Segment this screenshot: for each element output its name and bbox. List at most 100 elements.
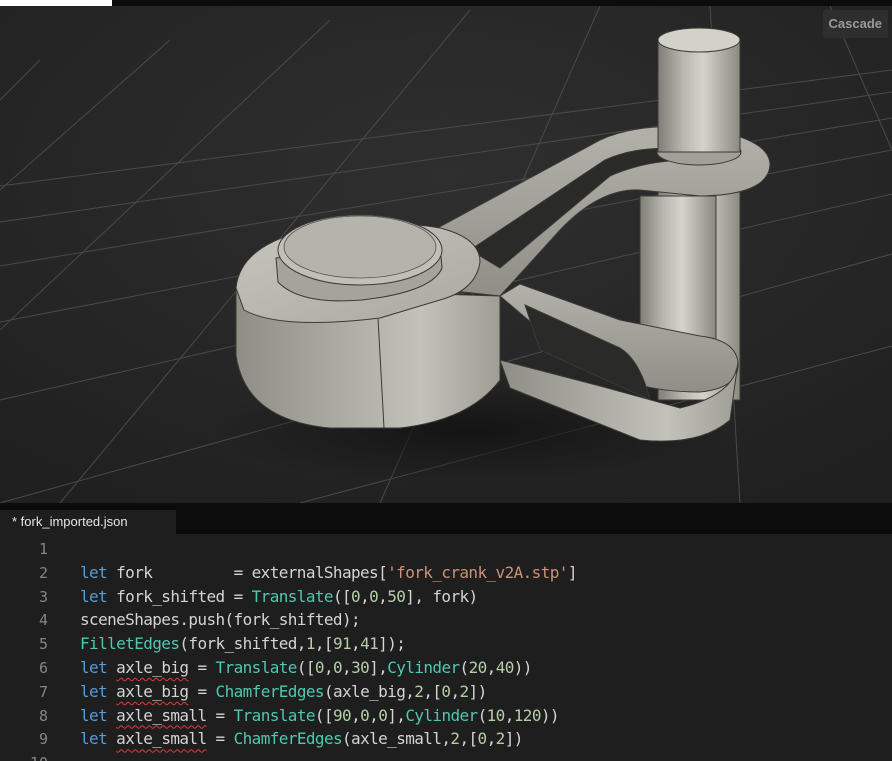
- tab-fork-imported[interactable]: * fork_imported.json: [0, 510, 176, 534]
- code-text[interactable]: FilletEdges(fork_shifted,1,[91,41]);: [80, 632, 406, 656]
- code-token: axle_big: [116, 681, 189, 701]
- code-token: Cylinder: [405, 705, 478, 725]
- code-token: ,: [323, 658, 334, 677]
- code-token: =: [206, 705, 234, 725]
- code-token: ]);: [378, 634, 406, 654]
- code-token: 'fork_crank_v2A.stp': [387, 562, 568, 582]
- code-token: 40: [495, 658, 515, 677]
- code-token: axle_big: [116, 658, 189, 677]
- code-token: ,: [504, 705, 515, 725]
- line-number: 2: [38, 563, 48, 582]
- code-token: let: [80, 586, 108, 606]
- axle-top-face: [657, 27, 741, 53]
- code-token: let: [80, 705, 108, 725]
- code-token: ,: [342, 658, 352, 677]
- code-token: FilletEdges: [80, 634, 180, 654]
- code-token: 0: [378, 705, 388, 725]
- code-token: ]: [567, 562, 578, 582]
- code-token: let: [80, 562, 108, 582]
- code-token: 120: [513, 705, 542, 725]
- code-editor[interactable]: * fork_imported.json 1 2 let fork = extern…: [0, 503, 892, 761]
- code-line[interactable]: 1: [0, 537, 892, 561]
- 3d-viewport[interactable]: Cascade: [0, 0, 892, 503]
- code-line[interactable]: 3 let fork_shifted = Translate([0,0,50], …: [0, 585, 892, 609]
- code-token: ]): [468, 681, 488, 701]
- code-token: sceneShapes.push(fork_shifted);: [80, 610, 361, 630]
- code-line[interactable]: 10: [0, 751, 892, 761]
- line-number: 1: [38, 540, 48, 558]
- code-text[interactable]: let axle_big = ChamferEdges(axle_big,2,[…: [80, 680, 487, 704]
- code-token: Cylinder: [387, 658, 460, 677]
- code-token: 90: [332, 705, 352, 725]
- code-token: 0: [360, 705, 370, 725]
- code-token: Translate: [215, 658, 298, 677]
- viewport-canvas[interactable]: [0, 0, 892, 503]
- axle-upper-segment: [657, 39, 741, 153]
- code-token: Translate: [233, 705, 316, 725]
- code-token: 30: [351, 658, 370, 677]
- code-area[interactable]: 1 2 let fork = externalShapes['fork_crank_…: [0, 534, 892, 761]
- code-token: 0: [369, 586, 379, 606]
- cascade-studio-app: Cascade * fork_imported.json 1 2 let fork …: [0, 0, 892, 761]
- code-text[interactable]: let fork_shifted = Translate([0,0,50], f…: [80, 585, 478, 609]
- code-token: 2: [495, 729, 506, 749]
- code-token: ],: [369, 658, 388, 677]
- code-token: ([: [332, 586, 352, 606]
- code-token: ,[: [423, 681, 442, 701]
- code-token: ,: [351, 705, 361, 725]
- code-text[interactable]: sceneShapes.push(fork_shifted);: [80, 608, 361, 632]
- code-line[interactable]: 8 let axle_small = Translate([90,0,0],Cyl…: [0, 704, 892, 728]
- code-token: )): [513, 658, 533, 677]
- code-token: 2: [459, 681, 470, 701]
- line-number: 10: [0, 751, 48, 761]
- code-line[interactable]: 2 let fork = externalShapes['fork_crank_v…: [0, 561, 892, 585]
- code-token: axle_small: [116, 705, 207, 725]
- code-token: ],: [387, 705, 406, 725]
- code-line[interactable]: 7 let axle_big = ChamferEdges(axle_big,2,…: [0, 680, 892, 704]
- code-token: 1: [305, 634, 316, 654]
- code-token: ([: [314, 705, 334, 725]
- code-token: let: [80, 681, 108, 701]
- code-token: 10: [486, 705, 506, 725]
- code-line[interactable]: 4 sceneShapes.push(fork_shifted);: [0, 608, 892, 632]
- fork-main-hub: [235, 214, 501, 429]
- code-line[interactable]: 9 let axle_small = ChamferEdges(axle_smal…: [0, 727, 892, 751]
- code-token: let: [80, 729, 108, 749]
- code-token: )): [540, 705, 560, 725]
- line-number: 8: [38, 706, 48, 725]
- code-token: 0: [477, 729, 488, 749]
- code-token: =: [188, 658, 216, 677]
- line-number: 6: [38, 659, 48, 677]
- line-number: 3: [38, 587, 48, 606]
- code-token: (: [477, 705, 488, 725]
- window-top-strip: [0, 0, 892, 6]
- code-token: =: [206, 729, 234, 749]
- line-number: 7: [38, 682, 48, 701]
- code-token: ,: [486, 658, 497, 677]
- code-token: 2: [414, 681, 424, 701]
- code-token: 20: [468, 658, 488, 677]
- code-text[interactable]: let axle_small = Translate([90,0,0],Cyli…: [80, 704, 560, 728]
- code-token: let: [80, 658, 108, 677]
- code-line[interactable]: 5 FilletEdges(fork_shifted,1,[91,41]);: [0, 632, 892, 656]
- code-token: ,: [450, 681, 460, 701]
- code-line[interactable]: 6 let axle_big = Translate([0,0,30],Cylin…: [0, 656, 892, 680]
- code-text[interactable]: let axle_big = Translate([0,0,30],Cylind…: [80, 656, 532, 680]
- code-token: 0: [351, 586, 361, 606]
- line-number: 9: [38, 730, 48, 749]
- code-token: ,[: [459, 729, 478, 749]
- code-token: 0: [333, 658, 343, 677]
- code-token: (axle_big,: [323, 681, 415, 701]
- cascade-overlay-label[interactable]: Cascade: [822, 10, 888, 38]
- code-text[interactable]: let fork = externalShapes['fork_crank_v2…: [80, 561, 577, 585]
- code-token: ]): [504, 729, 524, 749]
- code-token: 41: [360, 634, 379, 654]
- code-token: ([: [296, 658, 316, 677]
- code-text[interactable]: let axle_small = ChamferEdges(axle_small…: [80, 727, 523, 751]
- code-token: ,: [378, 586, 388, 606]
- line-number: 4: [38, 611, 48, 630]
- code-token: ], fork): [405, 586, 478, 606]
- editor-tab-bar: * fork_imported.json: [0, 503, 892, 534]
